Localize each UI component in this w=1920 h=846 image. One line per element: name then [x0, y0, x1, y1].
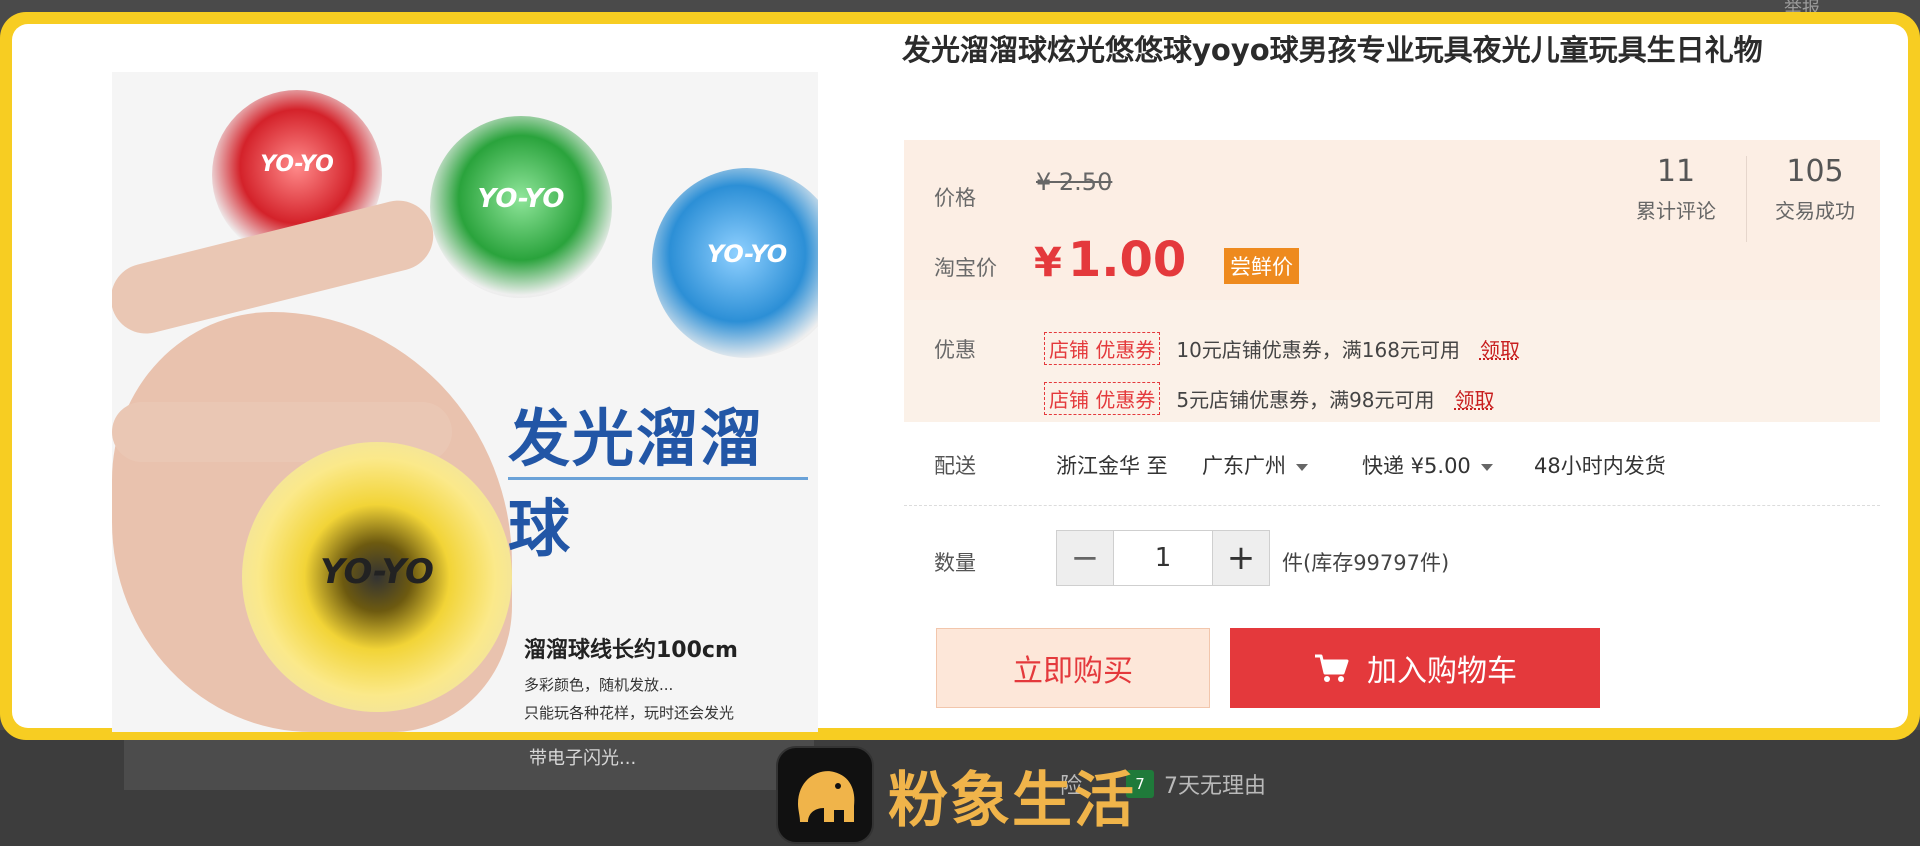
- review-count-stat[interactable]: 11 累计评论: [1614, 154, 1738, 224]
- destination-select[interactable]: 广东广州: [1202, 450, 1308, 480]
- coupon-row: 店铺 优惠券 10元店铺优惠券，满168元可用 领取: [1044, 332, 1520, 365]
- price-panel: 价格 ¥ 2.50 淘宝价 ¥1.00 尝鲜价 11 累计评论 105 交易成功…: [904, 140, 1880, 422]
- divider: [904, 505, 1880, 506]
- cart-icon: [1315, 654, 1349, 682]
- review-count: 11: [1656, 154, 1696, 189]
- image-spec: 溜溜球线长约100cm: [524, 638, 738, 663]
- coupon-text: 5元店铺优惠券，满98元可用: [1176, 388, 1435, 412]
- elephant-logo-icon: [776, 746, 874, 844]
- yoyo-label: YO-YO: [260, 152, 334, 177]
- brand-name: 粉象生活: [888, 765, 1136, 836]
- claim-coupon-link[interactable]: 领取: [1480, 334, 1520, 363]
- image-note-3: 带电子闪光...: [529, 748, 637, 769]
- yellow-yoyo-icon: YO-YO: [242, 442, 512, 712]
- review-count-label: 累计评论: [1636, 199, 1716, 223]
- ship-from: 浙江金华 至: [1056, 454, 1168, 478]
- buy-now-button[interactable]: 立即购买: [936, 628, 1210, 708]
- add-to-cart-button[interactable]: 加入购物车: [1230, 628, 1600, 708]
- original-price: ¥ 2.50: [1036, 168, 1113, 196]
- add-to-cart-label: 加入购物车: [1367, 654, 1517, 689]
- transaction-count: 105: [1786, 154, 1844, 189]
- coupon-text: 10元店铺优惠券，满168元可用: [1176, 338, 1460, 362]
- coupon-row: 店铺 优惠券 5元店铺优惠券，满98元可用 领取: [1044, 382, 1495, 415]
- current-price: ¥1.00: [1034, 232, 1186, 288]
- quantity-stepper: − 1 +: [1056, 530, 1270, 586]
- yoyo-label: YO-YO: [706, 240, 788, 268]
- shop-coupon-badge: 店铺 优惠券: [1044, 332, 1161, 365]
- seven-day-return-text: 7天无理由: [1164, 774, 1267, 799]
- shop-coupon-badge: 店铺 优惠券: [1044, 382, 1161, 415]
- increase-quantity-button[interactable]: +: [1213, 531, 1269, 585]
- yoyo-label: YO-YO: [320, 552, 434, 592]
- stat-divider: [1746, 156, 1747, 242]
- dispatch-time: 48小时内发货: [1534, 454, 1666, 478]
- image-note-1: 多彩颜色，随机发放...: [524, 676, 674, 694]
- price-section: 价格 ¥ 2.50 淘宝价 ¥1.00 尝鲜价 11 累计评论 105 交易成功: [904, 140, 1880, 300]
- delivery-label: 配送: [934, 454, 976, 478]
- chevron-down-icon: [1296, 463, 1308, 471]
- destination-value: 广东广州: [1202, 454, 1286, 478]
- yoyo-label: YO-YO: [477, 184, 565, 214]
- blue-yoyo-icon: YO-YO: [652, 168, 818, 358]
- chevron-down-icon: [1480, 463, 1493, 471]
- quantity-input[interactable]: 1: [1113, 531, 1213, 585]
- brand-watermark: 粉象生活: [776, 745, 1136, 845]
- claim-coupon-link[interactable]: 领取: [1455, 384, 1495, 413]
- current-price-value: 1.00: [1067, 232, 1187, 288]
- transaction-count-label: 交易成功: [1775, 199, 1855, 223]
- image-note-2: 只能玩各种花样，玩时还会发光: [524, 704, 735, 722]
- product-title: 发光溜溜球炫光悠悠球yoyo球男孩专业玩具夜光儿童玩具生日礼物: [902, 33, 1763, 67]
- product-image[interactable]: YO-YO YO-YO YO-YO YO-YO 发光溜溜球 溜溜球线长约100c…: [112, 72, 818, 732]
- taobao-price-label: 淘宝价: [934, 256, 997, 280]
- stock-info: 件(库存99797件): [1282, 551, 1450, 575]
- transactions-stat[interactable]: 105 交易成功: [1754, 154, 1876, 224]
- shipping-method-select[interactable]: 快递 ¥5.00: [1362, 450, 1493, 480]
- price-label: 价格: [934, 186, 976, 210]
- green-yoyo-icon: YO-YO: [430, 116, 612, 298]
- quantity-label: 数量: [934, 551, 976, 575]
- currency-symbol: ¥: [1034, 240, 1062, 286]
- shipping-method-value: 快递 ¥5.00: [1362, 454, 1471, 478]
- promotions-label: 优惠: [934, 338, 976, 362]
- image-headline-underline: [508, 477, 808, 480]
- trial-price-badge: 尝鲜价: [1224, 248, 1299, 284]
- decrease-quantity-button[interactable]: −: [1057, 531, 1113, 585]
